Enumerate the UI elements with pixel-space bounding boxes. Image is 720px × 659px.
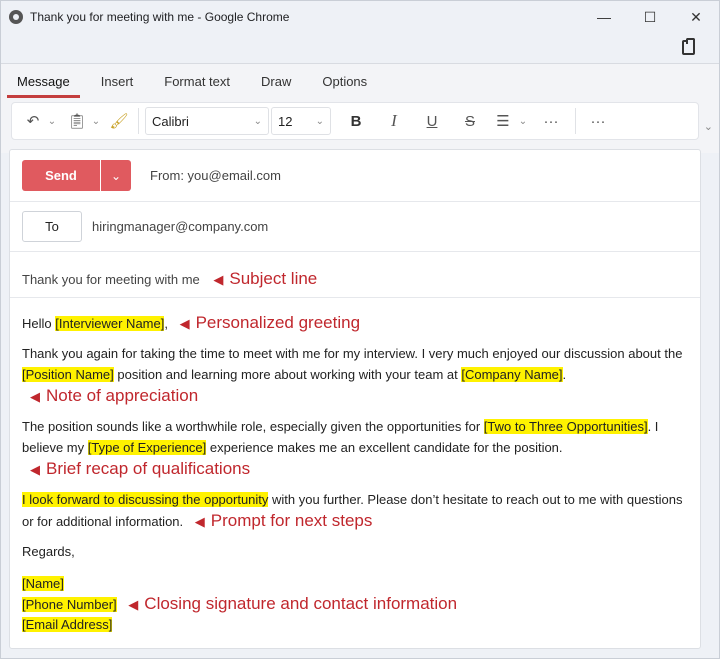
- tab-format-text[interactable]: Format text: [154, 72, 240, 98]
- opportunities-placeholder: [Two to Three Opportunities]: [483, 419, 648, 434]
- browser-toolbar: [1, 33, 719, 63]
- paragraph-text: The position sounds like a worthwhile ro…: [22, 419, 484, 434]
- arrow-left-icon: ◀: [179, 316, 190, 331]
- signature-block: [Name] [Phone Number] ◀ Closing signature…: [22, 574, 694, 635]
- send-button[interactable]: Send: [22, 160, 100, 191]
- minimize-icon: —: [597, 9, 611, 25]
- experience-type-placeholder: [Type of Experience]: [87, 440, 207, 455]
- arrow-left-icon: ◀: [30, 389, 40, 404]
- email-body[interactable]: Hello [Interviewer Name], ◀ Personalized …: [22, 312, 694, 635]
- compose-pane: Send ⌄ From: you@email.com To hiringmana…: [9, 149, 701, 649]
- underline-icon[interactable]: U: [413, 113, 451, 130]
- chevron-down-icon: ⌄: [315, 115, 324, 127]
- chevron-down-icon: ⌄: [110, 168, 122, 183]
- maximize-button[interactable]: ☐: [627, 1, 673, 33]
- from-address[interactable]: From: you@email.com: [150, 168, 281, 183]
- interviewer-name-placeholder: [Interviewer Name]: [55, 316, 165, 331]
- undo-dropdown-icon[interactable]: ⌄: [46, 116, 58, 127]
- greeting-text: Hello: [22, 316, 56, 331]
- window-controls: — ☐ ✕: [581, 1, 719, 33]
- maximize-icon: ☐: [643, 8, 657, 25]
- to-field[interactable]: hiringmanager@company.com: [92, 219, 268, 234]
- ribbon-collapse-icon[interactable]: ⌄: [704, 120, 713, 133]
- undo-icon[interactable]: ↶: [20, 112, 46, 130]
- annotation-greeting-text: Personalized greeting: [195, 313, 361, 332]
- send-row: Send ⌄ From: you@email.com: [10, 150, 700, 202]
- annotation-next-steps: ◀ Prompt for next steps: [195, 511, 373, 530]
- annotation-appreciation: ◀ Note of appreciation: [30, 386, 198, 405]
- strikethrough-icon[interactable]: S: [451, 113, 489, 130]
- regards-line: Regards,: [22, 541, 694, 562]
- paragraph-text: experience makes me an excellent candida…: [206, 440, 563, 455]
- paragraph-text: Thank you again for taking the time to m…: [22, 346, 683, 361]
- window-title: Thank you for meeting with me - Google C…: [30, 10, 290, 24]
- chevron-down-icon: ⌄: [253, 115, 262, 127]
- paragraph-text: .: [562, 367, 567, 382]
- tab-message[interactable]: Message: [7, 72, 80, 98]
- name-placeholder: [Name]: [22, 576, 64, 591]
- close-icon: ✕: [690, 8, 702, 25]
- annotation-recap: ◀ Brief recap of qualifications: [30, 459, 250, 478]
- annotation-closing-text: Closing signature and contact informatio…: [144, 594, 458, 613]
- annotation-appreciation-text: Note of appreciation: [46, 386, 199, 405]
- to-button[interactable]: To: [22, 211, 82, 242]
- annotation-recap-text: Brief recap of qualifications: [46, 459, 251, 478]
- paragraph-text: position and learning more about working…: [113, 367, 462, 382]
- subject-field[interactable]: Thank you for meeting with me ◀ Subject l…: [22, 269, 317, 289]
- paste-icon[interactable]: 📋︎: [64, 112, 90, 130]
- toolbar-divider: [575, 108, 576, 134]
- font-size-select[interactable]: 12 ⌄: [271, 107, 331, 135]
- browser-window: Thank you for meeting with me - Google C…: [0, 0, 720, 659]
- tab-insert[interactable]: Insert: [91, 72, 144, 98]
- next-steps-paragraph: I look forward to discussing the opportu…: [22, 489, 694, 532]
- line-spacing-dropdown-icon[interactable]: ⌄: [517, 116, 529, 127]
- italic-icon[interactable]: I: [375, 111, 413, 131]
- subject-value: Thank you for meeting with me: [22, 272, 200, 287]
- position-name-placeholder: [Position Name]: [22, 367, 114, 382]
- look-forward-highlight: I look forward to discussing the opportu…: [22, 492, 269, 507]
- font-name-select[interactable]: Calibri ⌄: [145, 107, 269, 135]
- qualifications-paragraph: The position sounds like a worthwhile ro…: [22, 416, 694, 480]
- minimize-button[interactable]: —: [581, 1, 627, 33]
- to-row: To hiringmanager@company.com: [10, 202, 700, 252]
- regards-text: Regards,: [22, 544, 75, 559]
- annotation-subject-text: Subject line: [229, 269, 318, 288]
- chrome-icon: [9, 10, 23, 24]
- arrow-left-icon: ◀: [128, 597, 139, 612]
- appreciation-paragraph: Thank you again for taking the time to m…: [22, 343, 694, 407]
- more-options-icon[interactable]: ···: [533, 113, 569, 130]
- format-painter-icon[interactable]: 🖌︎: [106, 112, 132, 130]
- arrow-left-icon: ◀: [194, 514, 205, 529]
- annotation-closing: ◀ Closing signature and contact informati…: [128, 594, 457, 613]
- line-spacing-icon[interactable]: ☰: [489, 112, 517, 130]
- arrow-left-icon: ◀: [213, 272, 224, 287]
- annotation-greeting: ◀ Personalized greeting: [180, 313, 360, 332]
- bold-icon[interactable]: B: [337, 113, 375, 130]
- tab-options[interactable]: Options: [312, 72, 377, 98]
- phone-number-placeholder: [Phone Number]: [22, 597, 117, 612]
- email-address-placeholder: [Email Address]: [22, 617, 113, 632]
- toolbar-divider: [138, 108, 139, 134]
- overflow-menu-icon[interactable]: ···: [582, 113, 614, 130]
- company-name-placeholder: [Company Name]: [461, 367, 563, 382]
- annotation-subject: ◀ Subject line: [213, 269, 317, 288]
- annotation-next-steps-text: Prompt for next steps: [210, 511, 373, 530]
- title-bar: Thank you for meeting with me - Google C…: [1, 1, 719, 33]
- font-name-value: Calibri: [152, 113, 189, 129]
- clipboard-icon[interactable]: [682, 38, 695, 55]
- close-button[interactable]: ✕: [673, 1, 719, 33]
- arrow-left-icon: ◀: [30, 462, 40, 477]
- ribbon-tabs: Message Insert Format text Draw Options: [7, 72, 388, 98]
- font-size-value: 12: [278, 113, 293, 129]
- tab-draw[interactable]: Draw: [251, 72, 301, 98]
- ribbon: Message Insert Format text Draw Options …: [1, 63, 719, 153]
- subject-row: Thank you for meeting with me ◀ Subject l…: [10, 252, 700, 298]
- formatting-toolbar: ↶ ⌄ 📋︎ ⌄ 🖌︎ Calibri ⌄ 12 ⌄ B I U S ☰ ⌄ ·…: [11, 102, 699, 140]
- paste-dropdown-icon[interactable]: ⌄: [90, 116, 102, 127]
- greeting-suffix: ,: [164, 316, 168, 331]
- send-options-button[interactable]: ⌄: [101, 160, 131, 191]
- greeting-paragraph: Hello [Interviewer Name], ◀ Personalized …: [22, 312, 694, 334]
